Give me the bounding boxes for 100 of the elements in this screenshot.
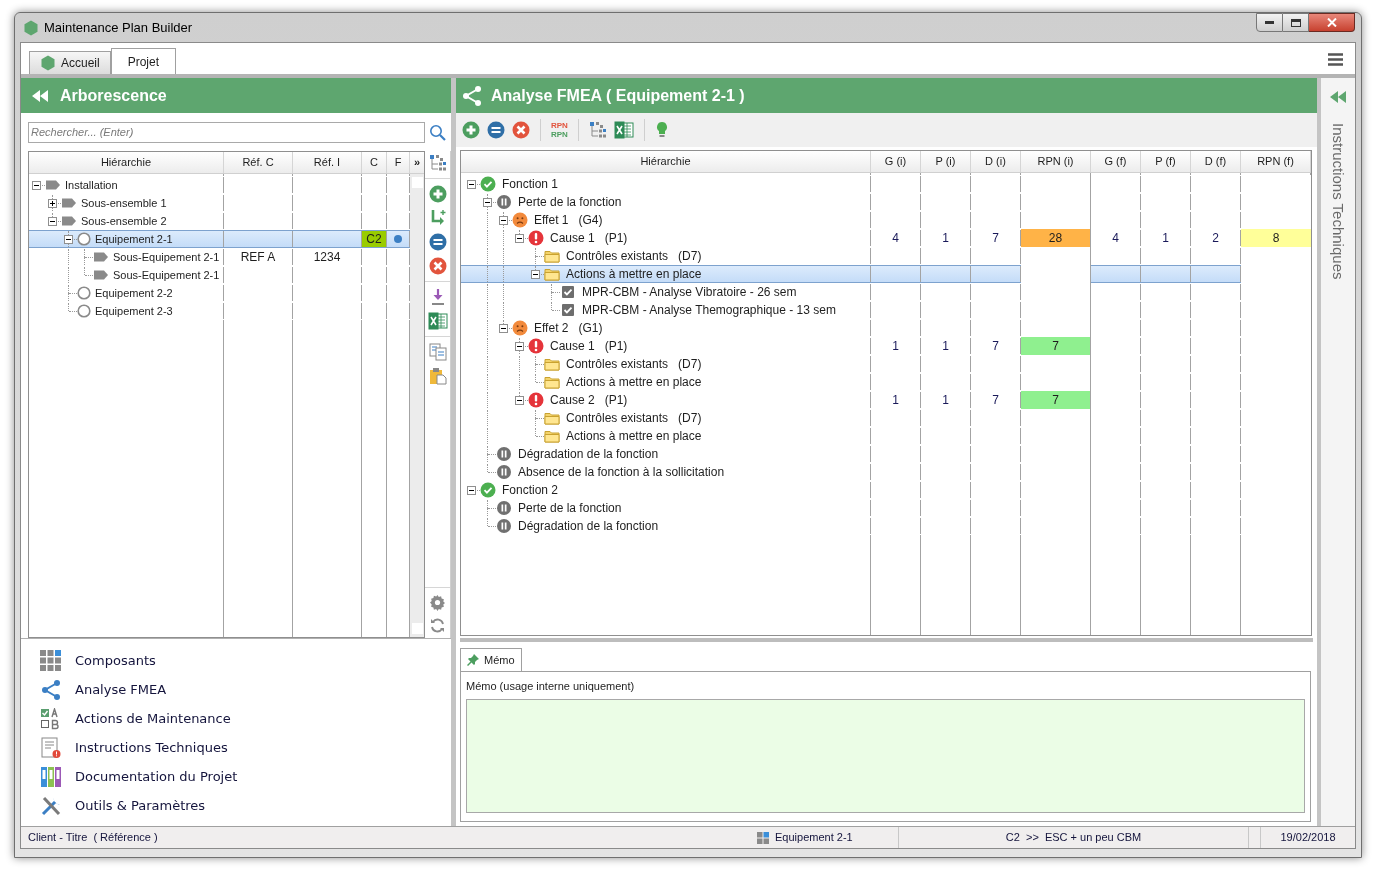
column-header[interactable]: Réf. C <box>224 152 293 173</box>
tree-row[interactable]: Sous-ensemble 1 <box>29 194 410 212</box>
tree-label[interactable]: Equipement 2-3 <box>95 303 173 319</box>
add-icon[interactable] <box>428 185 447 203</box>
delete-icon[interactable] <box>512 121 530 139</box>
tree-row[interactable]: Sous-Equipement 2-1 REF A 1234 <box>29 248 410 266</box>
collapse-toggle[interactable] <box>467 180 476 189</box>
tree-label[interactable]: Actions à mettre en place <box>566 374 702 390</box>
memo-field[interactable] <box>466 698 1305 813</box>
tree-label[interactable]: Dégradation de la fonction <box>518 518 659 534</box>
column-header[interactable]: G (f) <box>1091 151 1141 172</box>
tree-row[interactable]: Contrôles existants (D7) <box>461 247 1021 265</box>
column-header[interactable]: P (f) <box>1141 151 1191 172</box>
collapse-toggle[interactable] <box>499 216 508 225</box>
column-header[interactable]: Hiérarchie <box>29 152 224 173</box>
remove-icon[interactable] <box>428 233 447 251</box>
tree-label[interactable]: Sous-Equipement 2-1 <box>113 267 220 283</box>
tree-row[interactable]: Contrôles existants (D7) <box>461 409 1021 427</box>
tree-row[interactable]: Absence de la fonction à la sollicitation <box>461 463 1021 481</box>
nav-link[interactable]: Analyse FMEA <box>75 679 167 700</box>
tab[interactable]: Projet <box>110 48 177 74</box>
tree-label[interactable]: MPR-CBM - Analyse Themographique - 13 sem <box>582 302 836 318</box>
paste-icon[interactable] <box>428 367 447 385</box>
spreadsheet-icon[interactable] <box>613 121 634 139</box>
collapse-toggle[interactable] <box>48 217 57 226</box>
hierarchy-icon[interactable] <box>428 154 447 172</box>
minimize-button[interactable] <box>1256 13 1283 32</box>
collapse-toggle[interactable] <box>515 396 524 405</box>
tree-label[interactable]: Fonction 1 <box>502 176 559 192</box>
column-header[interactable]: D (f) <box>1191 151 1241 172</box>
column-header[interactable]: P (i) <box>921 151 971 172</box>
refresh-icon[interactable] <box>429 617 446 634</box>
tree-row[interactable]: Equipement 2-3 <box>29 302 410 320</box>
tree-row[interactable]: Cause 2 (P1) 1 1 7 <box>461 391 1021 409</box>
hierarchy-icon[interactable] <box>588 121 607 139</box>
tree-row[interactable]: Fonction 1 <box>461 175 1021 193</box>
collapse-panel-icon[interactable] <box>32 89 48 102</box>
tree-row[interactable]: Sous-ensemble 2 <box>29 212 410 230</box>
tree-row[interactable]: Actions à mettre en place <box>461 427 1021 445</box>
column-header[interactable]: Hiérarchie <box>461 151 871 172</box>
tree-row[interactable]: Cause 1 (P1) 1 1 7 <box>461 337 1021 355</box>
tree-label[interactable]: Effet 2 (G1) <box>534 320 603 336</box>
tree-label[interactable]: Fonction 2 <box>502 482 559 498</box>
column-header[interactable]: » <box>410 152 424 173</box>
search-icon[interactable] <box>429 123 446 141</box>
tree-label[interactable]: Cause 2 (P1) <box>550 392 628 408</box>
tree-row[interactable]: Dégradation de la fonction <box>461 445 1021 463</box>
nav-link[interactable]: Outils & Paramètres <box>75 795 206 816</box>
tree-label[interactable]: Cause 1 (P1) <box>550 338 628 354</box>
tree-label[interactable]: Equipement 2-2 <box>95 285 173 301</box>
collapse-toggle[interactable] <box>515 234 524 243</box>
tree-label[interactable]: Dégradation de la fonction <box>518 446 659 462</box>
tree-row[interactable]: Actions à mettre en place <box>461 265 1021 283</box>
expand-toggle[interactable] <box>48 199 57 208</box>
tree-row[interactable]: Equipement 2-2 <box>29 284 410 302</box>
collapse-toggle[interactable] <box>32 181 41 190</box>
column-header[interactable]: D (i) <box>971 151 1021 172</box>
remove-icon[interactable] <box>487 121 505 139</box>
tab[interactable]: Mémo <box>460 648 522 671</box>
column-header[interactable]: RPN (f) <box>1241 151 1311 172</box>
tree-label[interactable]: Perte de la fonction <box>518 500 622 516</box>
side-panel-title[interactable]: Instructions Techniques <box>1326 123 1350 280</box>
tree-label[interactable]: MPR-CBM - Analyse Vibratoire - 26 sem <box>582 284 797 300</box>
tree-label[interactable]: Equipement 2-1 <box>95 231 173 247</box>
settings-icon[interactable] <box>429 594 446 611</box>
column-header[interactable]: F <box>387 152 410 173</box>
tree-label[interactable]: Actions à mettre en place <box>566 428 702 444</box>
tree-row[interactable]: Fonction 2 <box>461 481 1021 499</box>
tree-label[interactable]: Installation <box>65 177 118 193</box>
tree-row[interactable]: Perte de la fonction <box>461 193 1021 211</box>
tree-label[interactable]: Sous-Equipement 2-1 <box>113 249 220 265</box>
search-field[interactable]: Rechercher... (Enter) <box>28 121 425 143</box>
tree-label[interactable]: Contrôles existants (D7) <box>566 356 702 372</box>
nav-link[interactable]: Documentation du Projet <box>75 766 238 787</box>
column-header[interactable]: Réf. I <box>293 152 362 173</box>
collapse-toggle[interactable] <box>483 198 492 207</box>
tree-row[interactable]: Cause 1 (P1) 4 1 7 <box>461 229 1021 247</box>
tab[interactable]: Accueil <box>29 51 111 74</box>
collapse-toggle[interactable] <box>515 342 524 351</box>
scrollbar[interactable] <box>410 174 424 637</box>
tree-row[interactable]: Dégradation de la fonction <box>461 517 1021 535</box>
nav-link[interactable]: Instructions Techniques <box>75 737 228 758</box>
collapse-toggle[interactable] <box>467 486 476 495</box>
tree-row[interactable]: Effet 2 (G1) <box>461 319 1021 337</box>
tree-row[interactable]: Equipement 2-1 C2 <box>29 230 410 248</box>
add-icon[interactable] <box>462 121 480 139</box>
column-header[interactable]: C <box>362 152 387 173</box>
column-header[interactable]: RPN (i) <box>1021 151 1091 172</box>
tree-label[interactable]: Cause 1 (P1) <box>550 230 628 246</box>
tree-label[interactable]: Absence de la fonction à la sollicitation <box>518 464 725 480</box>
lightbulb-icon[interactable] <box>654 121 669 139</box>
tree-row[interactable]: MPR-CBM - Analyse Themographique - 13 sem <box>461 301 1021 319</box>
collapse-toggle[interactable] <box>531 270 540 279</box>
spreadsheet-icon[interactable] <box>427 312 448 330</box>
tree-label[interactable]: Contrôles existants (D7) <box>566 410 702 426</box>
collapse-toggle[interactable] <box>64 235 73 244</box>
maximize-button[interactable] <box>1283 13 1309 32</box>
tree-label[interactable]: Sous-ensemble 2 <box>81 213 167 229</box>
menu-icon[interactable] <box>1328 53 1343 66</box>
tree-label[interactable]: Sous-ensemble 1 <box>81 195 167 211</box>
